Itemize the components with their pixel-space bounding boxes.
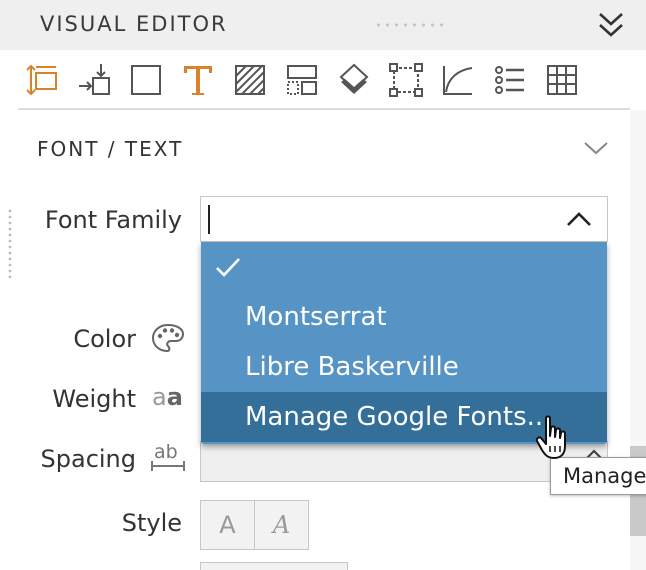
text-caret: [208, 205, 210, 234]
style-italic-button[interactable]: A: [254, 500, 309, 550]
square-icon[interactable]: [128, 62, 164, 98]
section-title[interactable]: FONT / TEXT: [37, 137, 183, 161]
color-label: Color: [73, 325, 136, 353]
dotted-box-icon[interactable]: [388, 62, 424, 98]
dropdown-item-label: Montserrat: [245, 302, 387, 332]
hatch-fill-icon[interactable]: [232, 62, 268, 98]
font-family-label: Font Family: [44, 206, 182, 234]
resize-arrows-icon[interactable]: [25, 62, 61, 98]
dropdown-item-label: Manage Google Fonts...: [245, 402, 552, 432]
layout-icon[interactable]: [284, 62, 320, 98]
dropdown-item-default[interactable]: [201, 242, 607, 292]
grid-icon[interactable]: [544, 62, 580, 98]
chevron-up-icon[interactable]: [564, 206, 594, 232]
spacing-label: Spacing: [40, 445, 136, 473]
checkmark-icon: [216, 258, 240, 277]
tooltip: Manage: [550, 457, 646, 495]
drag-handle[interactable]: [374, 22, 444, 28]
panel-title: VISUAL EDITOR: [40, 12, 228, 36]
hand-cursor-icon: [535, 415, 566, 459]
text-t-icon[interactable]: [180, 62, 216, 98]
curve-icon[interactable]: [440, 62, 476, 98]
weight-label: Weight: [52, 385, 136, 413]
visual-editor-toolbar: [0, 50, 646, 110]
palette-icon: [151, 323, 185, 353]
tooltip-text: Manage: [563, 464, 646, 488]
style-label: Style: [121, 509, 182, 537]
dropdown-item-montserrat[interactable]: Montserrat: [201, 292, 607, 342]
font-weight-icon: aa: [152, 383, 183, 411]
dropdown-item-label: Libre Baskerville: [245, 352, 459, 382]
font-family-input[interactable]: [200, 196, 608, 242]
toolbar-divider: [18, 108, 630, 110]
side-drag-handle[interactable]: [7, 208, 13, 278]
letter-spacing-icon: ab: [151, 441, 185, 471]
list-icon[interactable]: [492, 62, 528, 98]
svg-text:ab: ab: [154, 441, 178, 463]
style-normal-button[interactable]: A: [200, 500, 255, 550]
next-row-buttons[interactable]: [200, 562, 348, 570]
align-arrow-icon[interactable]: [77, 62, 113, 98]
collapse-double-chevron-icon[interactable]: [596, 10, 626, 40]
chevron-down-icon[interactable]: [582, 136, 610, 160]
diamond-layers-icon[interactable]: [336, 62, 372, 98]
panel-header: VISUAL EDITOR: [0, 0, 646, 50]
dropdown-item-libre-baskerville[interactable]: Libre Baskerville: [201, 342, 607, 392]
